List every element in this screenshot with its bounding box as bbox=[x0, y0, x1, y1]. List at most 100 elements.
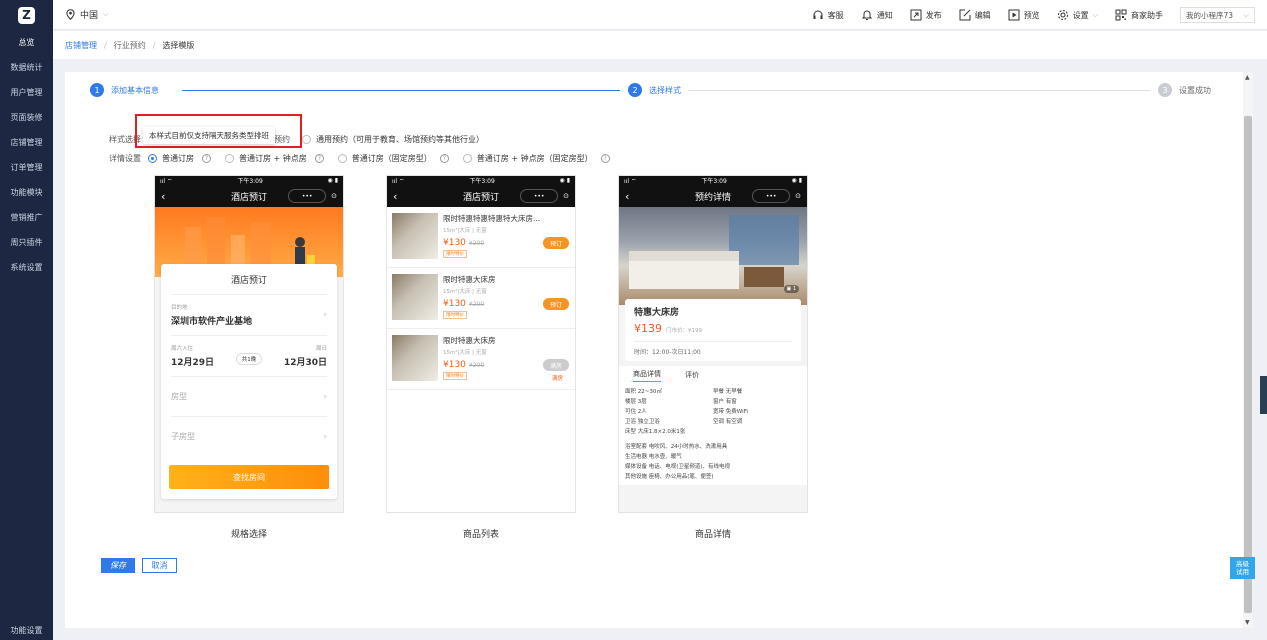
sidebar-item-modules[interactable]: 功能模块 bbox=[0, 180, 53, 205]
phone-preview-spec[interactable]: ııl ⌔ 下午3:09 ◉ ▮ ‹ 酒店预订 ••• ⊙ 酒店预订 目的地 深圳市软件产… bbox=[154, 175, 344, 513]
help-icon[interactable]: ? bbox=[600, 153, 610, 163]
store-price: 门市价：¥199 bbox=[666, 328, 702, 334]
notification-button[interactable]: 通知 bbox=[861, 9, 893, 21]
sidebar-item-users[interactable]: 用户管理 bbox=[0, 80, 53, 105]
status-time: 下午3:09 bbox=[237, 178, 263, 185]
edit-button[interactable]: 编辑 bbox=[959, 9, 991, 21]
step-number: 3 bbox=[1158, 83, 1172, 97]
radio-button[interactable] bbox=[337, 153, 347, 163]
scrollbar[interactable]: ▲ ▼ bbox=[1243, 72, 1253, 628]
capsule-menu: ••• ⊙ bbox=[520, 189, 569, 203]
breadcrumb-select-template: 选择模版 bbox=[162, 40, 195, 50]
back-icon: ‹ bbox=[625, 189, 630, 203]
tab-reviews[interactable]: 评价 bbox=[685, 370, 699, 380]
detail-option-3[interactable]: 普通订房（固定房型） bbox=[337, 153, 432, 164]
sidebar-item-system[interactable]: 系统设置 bbox=[0, 255, 53, 280]
step-3: 3 设置成功 bbox=[1158, 83, 1211, 97]
phone-caption-spec: 规格选择 bbox=[230, 530, 267, 540]
sidebar-item-plugins[interactable]: 周只插件 bbox=[0, 230, 53, 255]
phone-preview-detail[interactable]: ııl ⌔ 下午3:09 ◉ ▮ ‹ 预约详情 ••• ⊙ ▣ 1 特惠大床房 ¥139 门… bbox=[618, 175, 808, 513]
location-selector[interactable]: 中国 ⌵ bbox=[66, 8, 108, 21]
room-info-card: 特惠大床房 ¥139 门市价：¥199 时间：12:00-次日11:00 bbox=[625, 299, 801, 361]
gallery-icon[interactable]: ▣ 1 bbox=[783, 285, 799, 293]
date-field[interactable]: 周六入住 12月29日 共1晚 周日 12月30日 bbox=[171, 335, 327, 376]
settings-menu[interactable]: 设置 ⌵ bbox=[1057, 9, 1098, 21]
preview-label: 预览 bbox=[1023, 10, 1040, 20]
list-item[interactable]: 限时特惠特惠特惠特大床房... 15m²|大床 | 无窗 ¥130 ¥200 限时… bbox=[387, 207, 575, 268]
sidebar-item-function-settings[interactable]: 功能设置 bbox=[0, 625, 53, 636]
side-toolbar-handle[interactable] bbox=[1260, 376, 1267, 414]
room-subtitle: 15m²|大床 | 无窗 bbox=[443, 228, 487, 234]
room-price: ¥139 bbox=[634, 322, 662, 335]
detail-option-4[interactable]: 普通订房 + 钟点房（固定房型） bbox=[462, 153, 593, 164]
spec-item: 床型 大床1.8×2.0米1张 bbox=[625, 429, 686, 435]
advanced-trial-button[interactable]: 高级 试用 bbox=[1230, 557, 1255, 579]
radio-button-selected[interactable] bbox=[148, 153, 157, 163]
detail-setting-label: 详情设置 bbox=[109, 153, 141, 163]
back-icon: ‹ bbox=[161, 189, 166, 203]
help-icon[interactable]: ? bbox=[202, 153, 211, 163]
scroll-down-icon[interactable]: ▼ bbox=[1245, 619, 1250, 626]
radio-button[interactable] bbox=[302, 134, 311, 144]
sidebar-item-page-design[interactable]: 页面装修 bbox=[0, 105, 53, 130]
phone-title: 预约详情 bbox=[694, 192, 731, 203]
status-time: 下午3:09 bbox=[469, 178, 495, 185]
detail-option-1[interactable]: 普通订房 bbox=[148, 153, 194, 164]
app-logo[interactable]: Z bbox=[0, 0, 53, 30]
phone-preview-list[interactable]: ııl ⌔ 下午3:09 ◉ ▮ ‹ 酒店预订 ••• ⊙ 限时特惠特惠特惠特大床房...… bbox=[386, 175, 576, 513]
phone-title: 酒店预订 bbox=[462, 192, 499, 203]
help-icon[interactable]: ? bbox=[314, 153, 324, 163]
scroll-up-icon[interactable]: ▲ bbox=[1245, 74, 1250, 81]
list-item[interactable]: 限时特惠大床房 15m²|大床 | 无窗 ¥130 ¥200 限时特价 预订 bbox=[387, 268, 575, 329]
publish-button[interactable]: 发布 bbox=[910, 9, 942, 21]
spec-item: 窗户 有窗 bbox=[713, 399, 737, 405]
help-icon[interactable]: ? bbox=[439, 153, 449, 163]
customer-service-button[interactable]: 客服 bbox=[812, 9, 844, 21]
sidebar-item-orders[interactable]: 订单管理 bbox=[0, 155, 53, 180]
edit-icon bbox=[959, 9, 971, 21]
promo-tag: 限时特价 bbox=[443, 311, 467, 319]
more-icon: ••• bbox=[288, 189, 327, 203]
program-select[interactable]: 我的小程序73 ⌵ bbox=[1180, 7, 1255, 23]
room-price: ¥130 bbox=[443, 299, 466, 309]
radio-button[interactable] bbox=[462, 153, 472, 163]
book-button[interactable]: 预订 bbox=[543, 237, 569, 249]
book-button[interactable]: 预订 bbox=[543, 298, 569, 310]
style-option-label: 通用预约（可用于教育、场馆预约等其他行业） bbox=[316, 134, 484, 144]
sub-room-type-field[interactable]: 子房型 › bbox=[171, 416, 327, 456]
room-details: 面积 22~30㎡ 早餐 无早餐 楼层 3层 窗户 有窗 可住 2人 宽带 免费… bbox=[619, 384, 807, 485]
list-item[interactable]: 限时特惠大床房 15m²|大床 | 无窗 ¥130 ¥200 限时特价 满房 满房 bbox=[387, 329, 575, 390]
detail-option-label: 普通订房 bbox=[162, 153, 194, 163]
destination-field[interactable]: 目的地 深圳市软件产业基地 › bbox=[171, 294, 327, 335]
room-price: ¥130 bbox=[443, 360, 466, 370]
facilities: 浴室配套 电吹风、24小时热水、洗漱用具 生活电器 电水壶、暖气 媒体设备 电话… bbox=[625, 442, 801, 482]
detail-option-2[interactable]: 普通订房 + 钟点房 bbox=[225, 153, 307, 164]
sidebar-item-stats[interactable]: 数据统计 bbox=[0, 55, 53, 80]
status-bar: ııl ⌔ 下午3:09 ◉ ▮ bbox=[387, 176, 575, 185]
style-option-general[interactable]: 通用预约（可用于教育、场馆预约等其他行业） bbox=[302, 134, 484, 145]
close-circle-icon: ⊙ bbox=[331, 192, 337, 200]
sidebar: Z 总览 数据统计 用户管理 页面装修 店铺管理 订单管理 功能模块 营销推广 … bbox=[0, 0, 53, 640]
find-room-button[interactable]: 查找房间 bbox=[169, 465, 329, 489]
spec-item: 早餐 无早餐 bbox=[713, 389, 743, 395]
sidebar-item-overview[interactable]: 总览 bbox=[0, 30, 53, 55]
room-title: 限时特惠特惠特惠特大床房... bbox=[443, 214, 541, 223]
scrollbar-thumb[interactable] bbox=[1244, 116, 1252, 613]
preview-button[interactable]: 预览 bbox=[1008, 9, 1040, 21]
step-number: 2 bbox=[628, 83, 642, 97]
radio-button[interactable] bbox=[225, 153, 234, 163]
breadcrumb-industry-booking[interactable]: 行业预约 bbox=[114, 40, 146, 51]
tab-product-detail[interactable]: 商品详情 bbox=[633, 369, 661, 382]
cancel-button[interactable]: 取消 bbox=[142, 558, 177, 573]
room-type-field[interactable]: 房型 › bbox=[171, 376, 327, 416]
battery-icon: ◉ ▮ bbox=[327, 177, 338, 184]
qrcode-icon bbox=[1115, 9, 1127, 21]
room-thumbnail bbox=[392, 213, 438, 259]
save-button[interactable]: 保存 bbox=[101, 558, 135, 573]
merchant-assistant-button[interactable]: 商家助手 bbox=[1115, 9, 1163, 21]
battery-icon: ◉ ▮ bbox=[559, 177, 570, 184]
sidebar-item-store[interactable]: 店铺管理 bbox=[0, 130, 53, 155]
phone-caption-list: 商品列表 bbox=[462, 530, 499, 540]
breadcrumb-store-management[interactable]: 店铺管理 bbox=[65, 40, 97, 51]
sidebar-item-marketing[interactable]: 营销推广 bbox=[0, 205, 53, 230]
